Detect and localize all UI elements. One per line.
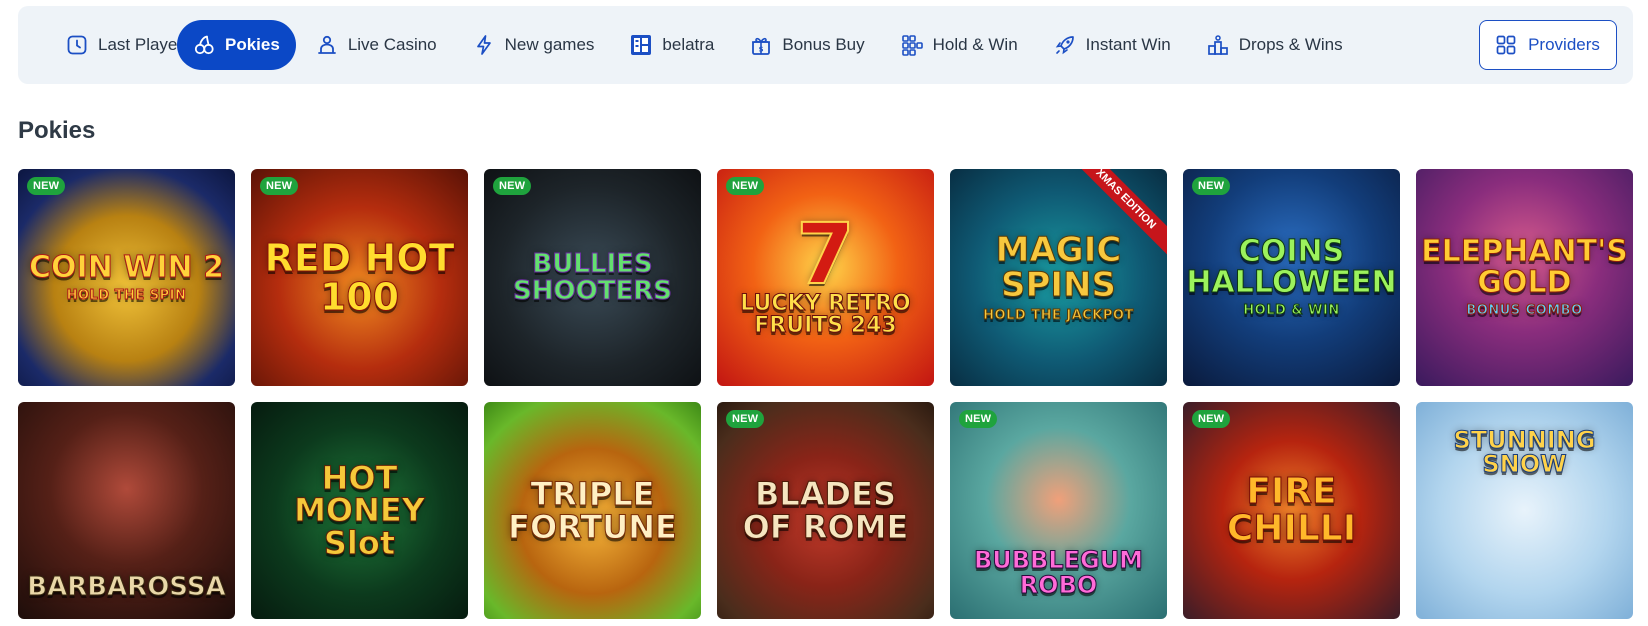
providers-label: Providers — [1528, 35, 1600, 54]
game-grid: NEW COIN WIN 2 HOLD THE SPIN NEW RED HOT … — [18, 169, 1633, 619]
game-tile-fire-chilli[interactable]: NEW FIRE CHILLI — [1183, 402, 1400, 619]
game-name: BARBAROSSA — [27, 572, 226, 603]
dealer-icon — [316, 34, 338, 56]
game-subtitle: BONUS COMBO — [1466, 303, 1583, 319]
game-tile-blades-of-rome[interactable]: NEW BLADES OF ROME — [717, 402, 934, 619]
game-tile-hot-money-slot[interactable]: HOT MONEY Slot — [251, 402, 468, 619]
grid-icon — [1496, 35, 1516, 55]
game-tile-coins-halloween[interactable]: NEW COINS HALLOWEEN HOLD & WIN — [1183, 169, 1400, 386]
new-badge: NEW — [959, 410, 998, 428]
new-badge: NEW — [1192, 177, 1231, 195]
nav-item-new-games[interactable]: New games — [457, 20, 611, 70]
game-tile-magic-spins[interactable]: XMAS EDITION MAGIC SPINS HOLD THE JACKPOT — [950, 169, 1167, 386]
game-title: BUBBLEGUM ROBO — [950, 546, 1167, 599]
nav-item-pokies[interactable]: Pokies — [177, 20, 296, 70]
game-name: BUBBLEGUM ROBO — [973, 546, 1144, 599]
game-name: HOT MONEY Slot — [294, 458, 426, 562]
game-title: HOT MONEY Slot — [251, 458, 468, 562]
game-name: MAGIC SPINS — [995, 230, 1122, 305]
clock-icon — [66, 34, 88, 56]
rocket-icon — [1054, 34, 1076, 56]
game-tile-bullies-shooters[interactable]: NEW BULLIES SHOOTERS — [484, 169, 701, 386]
new-badge: NEW — [27, 177, 66, 195]
nav-item-belatra[interactable]: belatra — [614, 20, 730, 70]
game-name: BULLIES SHOOTERS — [513, 248, 673, 306]
game-title: TRIPLE FORTUNE — [484, 474, 701, 546]
new-badge: NEW — [493, 177, 532, 195]
nav-item-instant-win[interactable]: Instant Win — [1038, 20, 1187, 70]
lucky-seven-icon: 7 — [795, 205, 855, 304]
game-tile-stunning-snow[interactable]: STUNNING SNOW — [1416, 402, 1633, 619]
game-title: RED HOT 100 — [251, 235, 468, 319]
game-name: ELEPHANT'S GOLD — [1421, 234, 1629, 300]
nav-item-drops-and-wins[interactable]: Drops & Wins — [1191, 20, 1359, 70]
new-badge: NEW — [726, 410, 765, 428]
game-tile-bubblegum-robo[interactable]: NEW BUBBLEGUM ROBO — [950, 402, 1167, 619]
game-title: COINS HALLOWEEN HOLD & WIN — [1183, 234, 1400, 319]
nav-item-label: Hold & Win — [932, 35, 1018, 54]
game-name: RED HOT 100 — [264, 235, 455, 319]
game-title: 7 LUCKY RETRO FRUITS 243 — [717, 205, 934, 339]
gift-icon: $ — [750, 34, 772, 56]
game-title: STUNNING SNOW — [1416, 426, 1633, 479]
nav-item-hold-and-win[interactable]: Hold & Win — [885, 20, 1034, 70]
nav-item-label: belatra — [662, 35, 715, 54]
nav-item-label: New games — [504, 35, 595, 54]
nav-item-label: Instant Win — [1085, 35, 1171, 54]
nav-item-label: Last Played — [98, 35, 187, 54]
nav-item-label: Pokies — [225, 35, 280, 54]
game-name: LUCKY RETRO FRUITS 243 — [740, 290, 911, 339]
game-name: STUNNING SNOW — [1453, 426, 1596, 479]
nav-item-label: Bonus Buy — [782, 35, 865, 54]
game-name: BLADES OF ROME — [742, 474, 909, 546]
nav-items: Pokies Live Casino New games belatra $ B… — [177, 20, 1363, 70]
game-title: MAGIC SPINS HOLD THE JACKPOT — [950, 230, 1167, 323]
new-badge: NEW — [260, 177, 299, 195]
game-subtitle: HOLD THE JACKPOT — [983, 307, 1134, 323]
belatra-logo-icon — [630, 34, 652, 56]
new-badge: NEW — [1192, 410, 1231, 428]
providers-button[interactable]: Providers — [1479, 20, 1617, 70]
game-subtitle: HOLD THE SPIN — [66, 288, 187, 304]
dots-grid-icon — [901, 34, 923, 56]
podium-icon — [1207, 34, 1229, 56]
cherries-icon — [193, 34, 215, 56]
game-tile-lucky-retro-fruits-243[interactable]: NEW 7 LUCKY RETRO FRUITS 243 — [717, 169, 934, 386]
game-name: TRIPLE FORTUNE — [508, 474, 678, 546]
nav-item-label: Drops & Wins — [1238, 35, 1343, 54]
game-subtitle: HOLD & WIN — [1243, 303, 1340, 319]
game-title: FIRE CHILLI — [1183, 470, 1400, 549]
game-tile-red-hot-100[interactable]: NEW RED HOT 100 — [251, 169, 468, 386]
category-nav: Last Played Pokies Live Casino New games… — [18, 6, 1633, 84]
nav-item-live-casino[interactable]: Live Casino — [300, 20, 453, 70]
game-title: BULLIES SHOOTERS — [484, 248, 701, 306]
game-tile-triple-fortune[interactable]: TRIPLE FORTUNE — [484, 402, 701, 619]
game-name: COIN WIN 2 — [29, 249, 225, 285]
game-title: COIN WIN 2 HOLD THE SPIN — [21, 249, 232, 304]
svg-text:$: $ — [759, 46, 764, 54]
game-name: COINS HALLOWEEN — [1186, 234, 1397, 300]
nav-item-bonus-buy[interactable]: $ Bonus Buy — [734, 20, 880, 70]
lightning-icon — [473, 34, 495, 56]
nav-item-label: Live Casino — [347, 35, 437, 54]
game-tile-barbarossa[interactable]: BARBAROSSA — [18, 402, 235, 619]
game-tile-elephants-gold[interactable]: ELEPHANT'S GOLD BONUS COMBO — [1416, 169, 1633, 386]
game-title: ELEPHANT'S GOLD BONUS COMBO — [1416, 234, 1633, 319]
game-name: FIRE CHILLI — [1226, 470, 1357, 549]
game-title: BARBAROSSA — [19, 572, 233, 603]
new-badge: NEW — [726, 177, 765, 195]
game-title: BLADES OF ROME — [717, 474, 934, 546]
game-tile-coin-win-2[interactable]: NEW COIN WIN 2 HOLD THE SPIN — [18, 169, 235, 386]
section-title: Pokies — [18, 117, 96, 144]
